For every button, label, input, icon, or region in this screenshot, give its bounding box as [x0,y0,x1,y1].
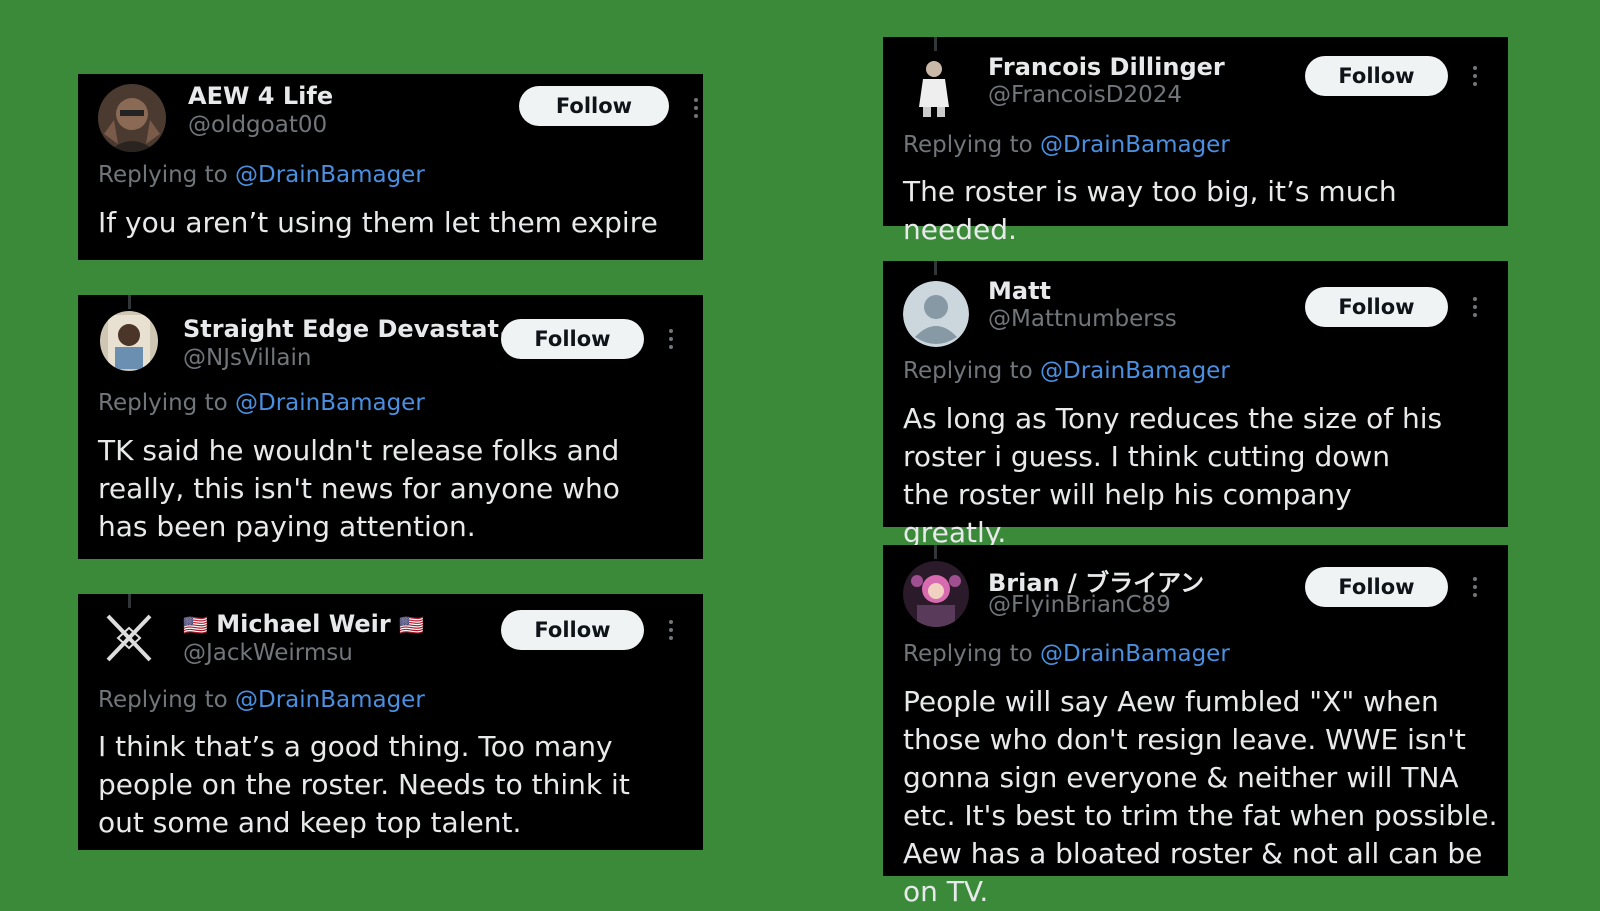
avatar[interactable] [100,311,158,371]
follow-button[interactable]: Follow [501,319,644,359]
tweet-text: As long as Tony reduces the size of his … [903,402,1443,549]
thread-line [934,37,937,51]
tweet-text: People will say Aew fumbled "X" when tho… [903,685,1498,908]
replying-to: Replying to @DrainBamager [903,641,1230,667]
user-handle[interactable]: @FrancoisD2024 [988,82,1182,108]
replying-to: Replying to @DrainBamager [903,132,1230,158]
tweet-card-straightedge: Straight Edge Devastat... @NJsVillain Fo… [78,295,703,559]
more-options-icon[interactable] [1472,64,1478,88]
default-avatar-icon[interactable] [903,281,969,347]
mention-link[interactable]: @DrainBamager [1040,641,1230,667]
mention-link[interactable]: @DrainBamager [235,687,425,713]
us-flag-icon: 🇺🇸 [399,613,424,637]
replying-to-label: Replying to [903,641,1033,667]
user-handle[interactable]: @JackWeirmsu [183,640,353,666]
replying-to-label: Replying to [903,132,1033,158]
more-options-icon[interactable] [668,618,674,642]
tweet-card-aew4life: AEW 4 Life @oldgoat00 Follow Replying to… [78,74,703,260]
follow-button[interactable]: Follow [501,610,644,650]
tweet-text: TK said he wouldn't release folks and re… [98,434,620,543]
tweet-card-michaelweir: 🇺🇸 Michael Weir 🇺🇸 @JackWeirmsu Follow R… [78,594,703,850]
follow-button[interactable]: Follow [1305,56,1448,96]
more-options-icon[interactable] [693,96,699,120]
follow-button[interactable]: Follow [519,86,669,126]
user-handle[interactable]: @NJsVillain [183,345,311,371]
follow-button[interactable]: Follow [1305,287,1448,327]
tweet-card-brian: Brian / ブライアン @FlyinBrianC89 Follow Repl… [883,545,1508,908]
avatar[interactable] [98,84,166,152]
thread-line [934,545,937,559]
user-handle[interactable]: @Mattnumberss [988,306,1177,332]
us-flag-icon: 🇺🇸 [183,613,208,637]
replying-to-label: Replying to [98,687,228,713]
tweet-card-francois: Francois Dillinger @FrancoisD2024 Follow… [883,37,1508,246]
avatar[interactable] [903,55,965,117]
tweet-text: The roster is way too big, it’s much nee… [903,175,1397,246]
display-name[interactable]: AEW 4 Life [188,82,333,110]
user-handle[interactable]: @FlyinBrianC89 [988,592,1171,618]
avatar[interactable] [100,608,158,668]
thread-line [128,594,131,608]
more-options-icon[interactable] [668,327,674,351]
mention-link[interactable]: @DrainBamager [235,390,425,416]
replying-to: Replying to @DrainBamager [98,162,425,188]
tweet-card-matt: Matt @Mattnumberss Follow Replying to @D… [883,261,1508,549]
more-options-icon[interactable] [1472,295,1478,319]
mention-link[interactable]: @DrainBamager [1040,358,1230,384]
display-name[interactable]: Straight Edge Devastat... [183,315,526,343]
display-name-text: Michael Weir [216,610,391,638]
replying-to: Replying to @DrainBamager [98,687,425,713]
replying-to-label: Replying to [98,390,228,416]
thread-line [934,261,937,275]
display-name[interactable]: Matt [988,277,1051,305]
mention-link[interactable]: @DrainBamager [1040,132,1230,158]
display-name[interactable]: Francois Dillinger [988,53,1225,81]
replying-to-label: Replying to [98,162,228,188]
follow-button[interactable]: Follow [1305,567,1448,607]
tweet-text: I think that’s a good thing. Too many pe… [98,730,630,839]
replying-to: Replying to @DrainBamager [903,358,1230,384]
user-handle[interactable]: @oldgoat00 [188,112,327,138]
replying-to: Replying to @DrainBamager [98,390,425,416]
more-options-icon[interactable] [1472,575,1478,599]
avatar[interactable] [903,561,969,627]
display-name[interactable]: 🇺🇸 Michael Weir 🇺🇸 [183,610,424,638]
mention-link[interactable]: @DrainBamager [235,162,425,188]
tweet-text: If you aren’t using them let them expire [98,206,658,239]
thread-line [128,295,131,309]
replying-to-label: Replying to [903,358,1033,384]
